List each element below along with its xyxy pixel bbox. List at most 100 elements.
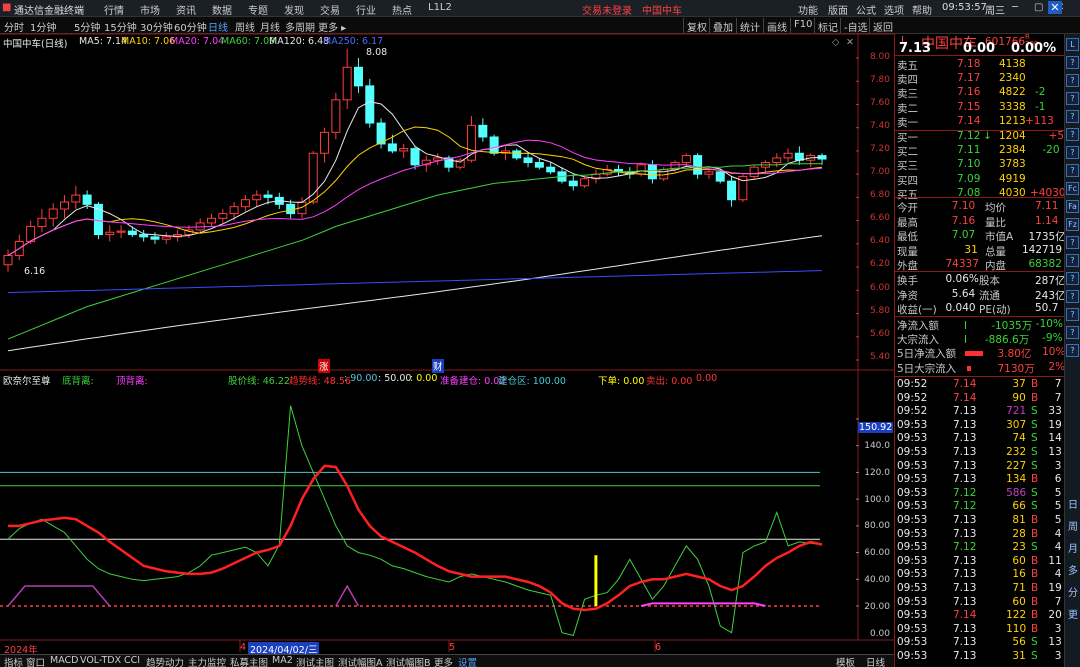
period-side-5[interactable]: 更 (1068, 606, 1078, 621)
tick-price: 7.12 (953, 500, 977, 513)
flow-label: 5日净流入额 (897, 348, 957, 361)
period-side-3[interactable]: 多 (1068, 562, 1078, 577)
tab-indicator[interactable]: 指标 (2, 655, 25, 667)
candle-body (161, 236, 171, 240)
daily-button[interactable]: 日线 (864, 655, 887, 667)
ma250-line (7, 270, 823, 294)
ask-delta: -2 (1035, 86, 1046, 99)
price-change: 0.00 (963, 41, 996, 56)
tab-macd[interactable]: MACD (48, 655, 80, 666)
tick-side: B (1031, 582, 1039, 594)
tab-window[interactable]: 窗口 (24, 655, 47, 667)
fa-icon[interactable]: Fa (1066, 200, 1079, 213)
tick-volume: 122 (1006, 609, 1027, 622)
chart-icon[interactable]: ? (1066, 128, 1079, 141)
ask-volume: 3338 (999, 100, 1026, 113)
tab-test-b[interactable]: 测试幅图B (384, 655, 433, 667)
tab-trend[interactable]: 趋势动力 (144, 655, 186, 667)
move-icon[interactable]: ? (1066, 326, 1079, 339)
divider (895, 55, 1065, 56)
l2-icon[interactable]: L (1066, 38, 1079, 51)
period-side-4[interactable]: 分 (1068, 584, 1078, 599)
ind-tick: 0.00 (869, 629, 890, 639)
divider (895, 271, 1065, 272)
ask-volume: 4822 (999, 86, 1026, 99)
tab-main-monitor[interactable]: 主力监控 (186, 655, 228, 667)
flow-pct: -10% (1035, 318, 1063, 330)
down-arrow-icon: ↓ (983, 130, 992, 142)
zhang-marker[interactable]: 涨 (318, 359, 330, 373)
ma60-line (7, 163, 822, 340)
list-icon[interactable]: ? (1066, 74, 1079, 87)
candle-body (772, 157, 782, 164)
tab-private-main[interactable]: 私募主图 (228, 655, 270, 667)
tick-price: 7.12 (953, 541, 977, 554)
tick-volume: 60 (1012, 554, 1026, 567)
date-label: 5 (449, 642, 456, 653)
candle-body (71, 194, 81, 203)
finance-marker[interactable]: 财 (432, 359, 444, 373)
bid-delta: +5 (1048, 130, 1065, 142)
price-tick: 6.80 (869, 190, 890, 200)
divider (895, 197, 1065, 198)
tab-test-main[interactable]: 测试主图 (294, 655, 336, 667)
grid-icon[interactable]: ? (1066, 92, 1079, 105)
stat-label: 总量 (985, 245, 1006, 258)
price-tick: 7.20 (869, 144, 890, 154)
date-label: 6 (655, 642, 662, 653)
stat-label: 均价 (985, 202, 1006, 214)
panel-close-icon[interactable]: ✕ (1048, 1, 1062, 14)
tab-cci[interactable]: CCI (122, 655, 142, 666)
search-icon[interactable]: ? (1066, 344, 1079, 357)
tick-count: 11 (1048, 554, 1062, 567)
tick-time: 09:53 (897, 459, 928, 472)
tab-vol[interactable]: VOL-TDX (78, 655, 123, 666)
template-button[interactable]: 模板 (834, 655, 857, 667)
note-icon[interactable]: ? (1066, 236, 1079, 249)
tick-volume: 31 (1012, 650, 1026, 662)
stat-value: 7.10 (951, 200, 976, 212)
tab-ma2[interactable]: MA2 (270, 655, 295, 666)
tick-side: S (1031, 405, 1038, 418)
tab-test-a[interactable]: 测试幅图A (336, 655, 385, 667)
tick-volume: 23 (1012, 541, 1026, 554)
flow-bar (965, 321, 966, 329)
stats-icon[interactable]: ? (1066, 290, 1079, 303)
bid-price: 7.10 (957, 158, 981, 171)
calc-icon[interactable]: ? (1066, 254, 1079, 267)
f-icon[interactable]: ? (1066, 110, 1079, 123)
ask-label: 卖一 (897, 116, 918, 129)
stat-label: 市值A (985, 231, 1014, 244)
period-side-2[interactable]: 月 (1068, 540, 1078, 555)
period-side-1[interactable]: 周 (1068, 518, 1078, 533)
tick-time: 09:53 (897, 432, 928, 445)
ind-build-zone: 建仓区: 100.00 (498, 376, 566, 387)
candle-body (3, 254, 13, 266)
tick-price: 7.13 (953, 554, 977, 567)
fc-icon[interactable]: Fc (1066, 182, 1079, 195)
candle-body (252, 194, 262, 201)
ask-price: 7.17 (957, 72, 981, 85)
ind-90: : 90.00 (344, 373, 378, 384)
rank-icon[interactable]: ? (1066, 146, 1079, 159)
indicator-name[interactable]: 欧奈尔至尊 (3, 373, 51, 387)
tick-volume: 66 (1012, 500, 1026, 513)
tick-side: S (1031, 418, 1038, 431)
tick-price: 7.13 (953, 636, 977, 649)
price-tick: 7.60 (869, 98, 890, 108)
info-icon[interactable]: ? (1066, 164, 1079, 177)
tab-settings[interactable]: 设置 (456, 655, 479, 667)
tab-more[interactable]: 更多 (432, 655, 455, 667)
refresh-icon[interactable]: ? (1066, 56, 1079, 69)
fz-icon[interactable]: Fz (1066, 218, 1079, 231)
bid-label: 买二 (897, 146, 918, 159)
period-side-0[interactable]: 日 (1068, 496, 1078, 511)
tick-price: 7.13 (953, 405, 977, 418)
bottom-divergence-mark (335, 584, 360, 607)
divider (895, 376, 1065, 377)
candle-body (60, 201, 70, 210)
pie-icon[interactable]: ? (1066, 308, 1079, 321)
news-icon[interactable]: ? (1066, 272, 1079, 285)
candle-body (150, 236, 160, 240)
tick-time: 09:53 (897, 609, 928, 622)
